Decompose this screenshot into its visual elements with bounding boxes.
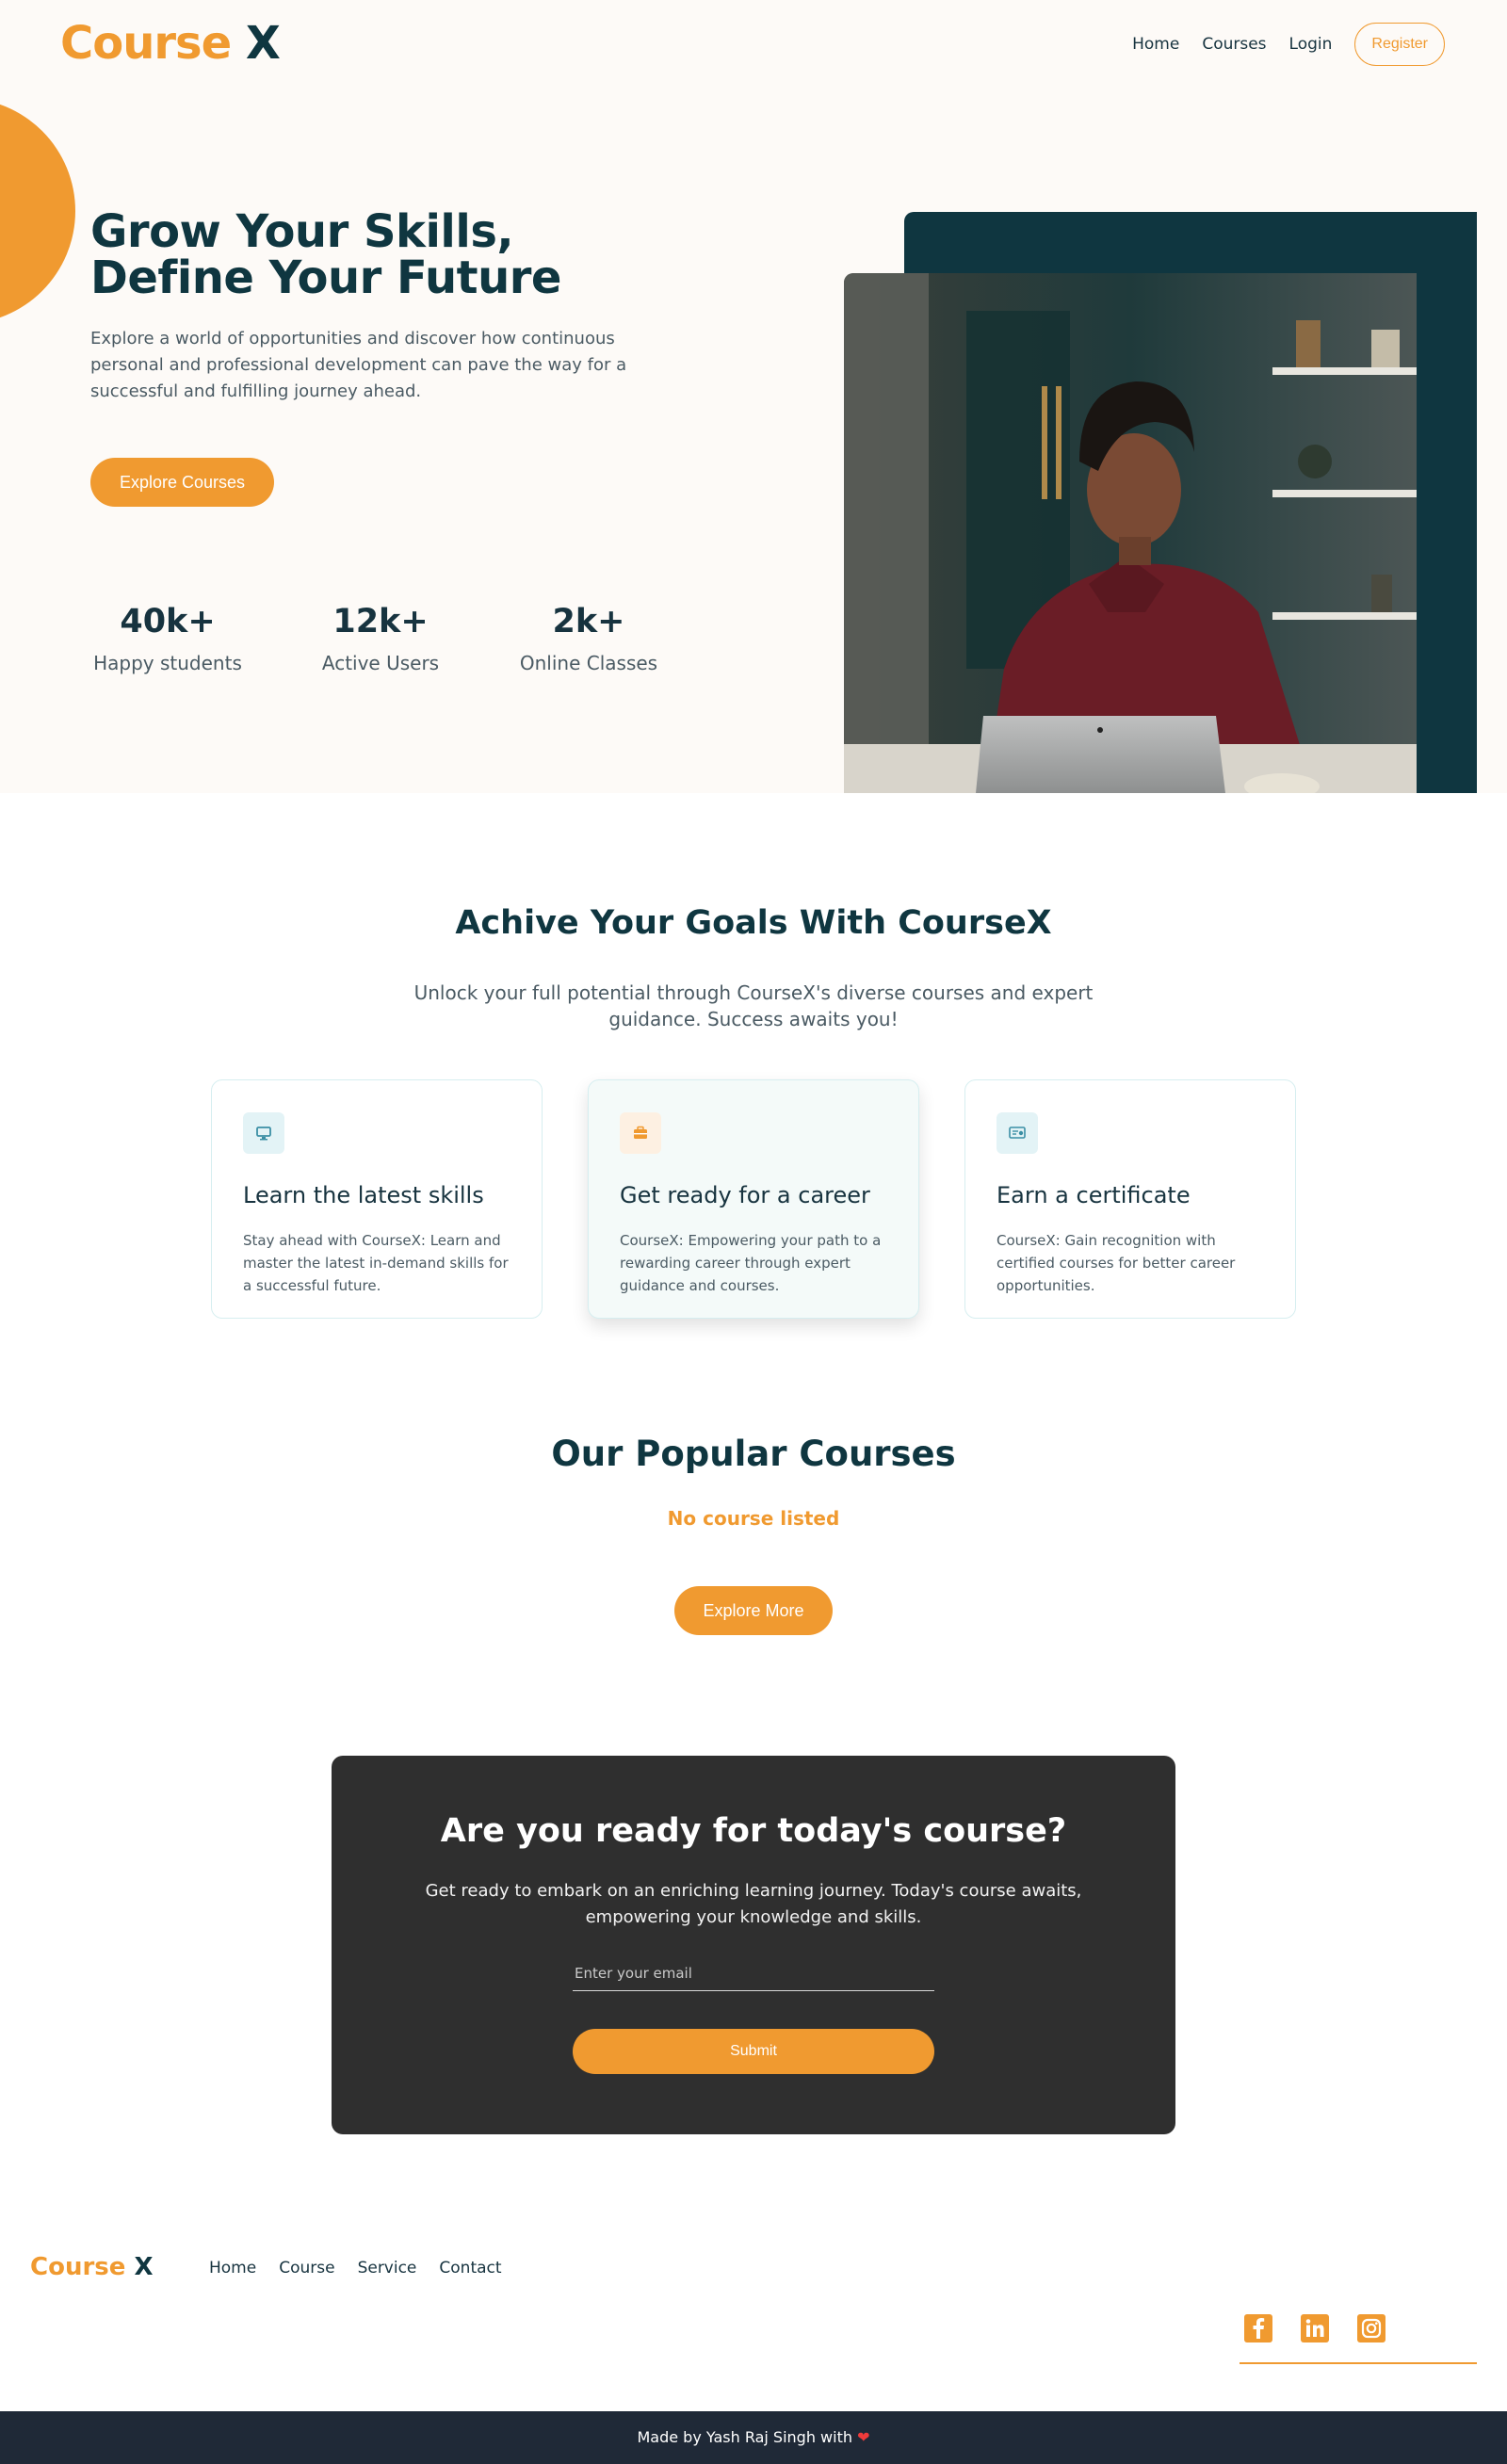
footer-logo[interactable]: Course X	[30, 2253, 154, 2281]
empty-courses-message: No course listed	[667, 1507, 840, 1530]
stat-classes: 2k+ Online Classes	[518, 603, 659, 674]
feature-card-career[interactable]: Get ready for a career CourseX: Empoweri…	[588, 1079, 919, 1319]
card-text: CourseX: Gain recognition with certified…	[997, 1232, 1236, 1294]
card-title: Learn the latest skills	[243, 1182, 484, 1208]
footer-nav-service[interactable]: Service	[358, 2259, 417, 2278]
footer-nav-home[interactable]: Home	[209, 2259, 256, 2278]
stat-label: Online Classes	[519, 652, 658, 674]
footer-nav-course[interactable]: Course	[279, 2259, 334, 2278]
footer-nav: Home Course Service Contact	[209, 2259, 502, 2278]
card-title: Get ready for a career	[620, 1182, 870, 1208]
footer-nav-contact[interactable]: Contact	[439, 2259, 501, 2278]
nav-home[interactable]: Home	[1132, 35, 1179, 54]
card-text: Stay ahead with CourseX: Learn and maste…	[243, 1232, 509, 1294]
facebook-icon[interactable]	[1243, 2313, 1273, 2343]
top-nav: Home Courses Login Register	[1132, 23, 1445, 66]
student-laptop-illustration	[844, 273, 1417, 793]
feature-card-skills[interactable]: Learn the latest skills Stay ahead with …	[211, 1079, 543, 1319]
hero-title-line-1: Grow Your Skills,	[90, 205, 514, 258]
stat-value: 40k+	[120, 603, 216, 640]
stat-students: 40k+ Happy students	[90, 603, 245, 674]
logo-text: Course	[60, 17, 232, 70]
cta-title: Are you ready for today's course?	[440, 1812, 1067, 1850]
email-field[interactable]	[573, 1955, 934, 1991]
goals-title: Achive Your Goals With CourseX	[455, 904, 1052, 942]
stat-label: Happy students	[93, 652, 242, 674]
stat-label: Active Users	[321, 652, 440, 674]
heart-icon: ❤	[857, 2428, 870, 2446]
feature-card-certificate[interactable]: Earn a certificate CourseX: Gain recogni…	[964, 1079, 1296, 1319]
card-title: Earn a certificate	[997, 1182, 1191, 1208]
certificate-icon	[997, 1112, 1038, 1154]
footer-credit: Made by Yash Raj Singh with ❤	[0, 2411, 1507, 2464]
briefcase-icon	[620, 1112, 661, 1154]
nav-courses[interactable]: Courses	[1202, 35, 1266, 54]
stat-users: 12k+ Active Users	[320, 603, 441, 674]
logo[interactable]: Course X	[60, 17, 281, 70]
newsletter-cta: Are you ready for today's course? Get re…	[332, 1756, 1175, 2134]
cta-text: Get ready to embark on an enriching lear…	[425, 1881, 1082, 1927]
hero-photo	[844, 273, 1417, 793]
explore-more-button[interactable]: Explore More	[674, 1586, 833, 1635]
social-links	[1240, 2313, 1477, 2364]
footer-logo-text: Course	[30, 2253, 126, 2281]
logo-mark: X	[245, 17, 281, 70]
footer-logo-mark: X	[134, 2253, 154, 2281]
instagram-icon[interactable]	[1356, 2313, 1386, 2343]
popular-courses-title: Our Popular Courses	[551, 1434, 956, 1474]
goals-subtitle: Unlock your full potential through Cours…	[413, 981, 1094, 1030]
decorative-circle	[0, 98, 75, 324]
hero-title-line-2: Define Your Future	[90, 251, 561, 304]
submit-button[interactable]: Submit	[573, 2029, 934, 2074]
credit-text: Made by Yash Raj Singh with	[637, 2428, 852, 2446]
stat-value: 2k+	[552, 603, 625, 640]
linkedin-icon[interactable]	[1300, 2313, 1330, 2343]
hero-section: Course X Home Courses Login Register Gro…	[0, 0, 1507, 793]
register-button[interactable]: Register	[1354, 23, 1445, 66]
stats: 40k+ Happy students 12k+ Active Users 2k…	[90, 603, 659, 674]
card-text: CourseX: Empowering your path to a rewar…	[620, 1232, 882, 1294]
hero-description: Explore a world of opportunities and dis…	[90, 329, 627, 401]
monitor-icon	[243, 1112, 284, 1154]
explore-courses-button[interactable]: Explore Courses	[90, 458, 274, 507]
nav-login[interactable]: Login	[1289, 35, 1333, 54]
hero-title: Grow Your Skills, Define Your Future	[90, 209, 561, 301]
stat-value: 12k+	[332, 603, 429, 640]
